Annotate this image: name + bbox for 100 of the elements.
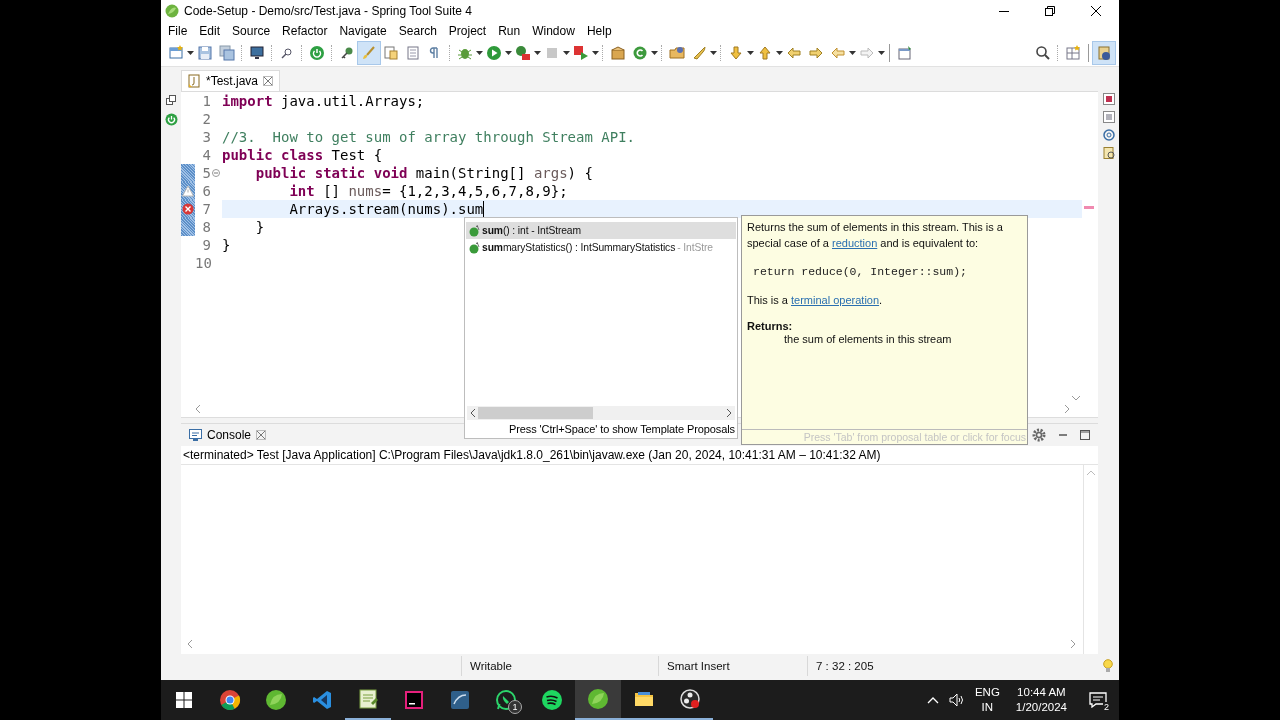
scroll-right-icon[interactable] bbox=[1064, 405, 1070, 413]
code-line: Arrays.stream(nums).sum bbox=[288, 200, 484, 218]
clock-date[interactable]: 1/20/2024 bbox=[1015, 700, 1067, 715]
windows-start-icon[interactable] bbox=[176, 692, 192, 708]
language-indicator[interactable]: ENG bbox=[974, 685, 1000, 700]
menu-item[interactable]: Run bbox=[492, 24, 527, 38]
menu-item[interactable]: Window bbox=[526, 24, 581, 38]
code-line: //3. How to get sum of array through Stream API. bbox=[222, 128, 635, 146]
error-overview-marker bbox=[1084, 206, 1094, 209]
console-tab[interactable]: Console bbox=[185, 428, 271, 442]
outline-icon[interactable] bbox=[1102, 93, 1115, 105]
folder-icon[interactable] bbox=[669, 45, 685, 61]
maximize-icon[interactable] bbox=[1080, 430, 1090, 440]
caret-icon[interactable] bbox=[747, 51, 754, 55]
line-number: 8 bbox=[201, 218, 211, 236]
notification-button[interactable]: 2 bbox=[1085, 687, 1111, 713]
menu-item[interactable]: Edit bbox=[193, 24, 227, 38]
music-icon bbox=[541, 689, 563, 711]
speaker-icon[interactable] bbox=[948, 693, 965, 707]
line-number: 4 bbox=[201, 146, 211, 164]
menu-item[interactable]: Search bbox=[392, 24, 443, 38]
package-icon[interactable] bbox=[610, 45, 626, 61]
caret-icon[interactable] bbox=[592, 51, 599, 55]
settings-icon[interactable] bbox=[1032, 428, 1046, 442]
caret-icon[interactable] bbox=[849, 51, 856, 55]
proposal-item[interactable]: sum() : int - IntStream bbox=[466, 222, 736, 239]
java-perspective-icon[interactable] bbox=[1096, 45, 1112, 61]
proposal-item[interactable]: summaryStatistics() : IntSummaryStatistics - IntStre bbox=[466, 239, 736, 256]
run-server-icon[interactable] bbox=[573, 45, 589, 61]
forward-arrow-icon[interactable] bbox=[808, 45, 824, 61]
monitor-icon[interactable] bbox=[249, 45, 265, 61]
search-icon[interactable] bbox=[1035, 45, 1051, 61]
taskbar-button[interactable]: 1 bbox=[483, 680, 529, 720]
menu-item[interactable]: File bbox=[162, 24, 194, 38]
list-icon[interactable] bbox=[1102, 111, 1115, 123]
task-list-icon[interactable] bbox=[1102, 147, 1115, 159]
scroll-right-icon[interactable] bbox=[726, 409, 732, 417]
clock-time[interactable]: 10:44 AM bbox=[1017, 685, 1066, 700]
line-number: 10 bbox=[195, 254, 211, 272]
menu-item[interactable]: Source bbox=[226, 24, 277, 38]
leaf-icon bbox=[587, 688, 609, 710]
caret-icon[interactable] bbox=[505, 51, 512, 55]
back-arrow-icon[interactable] bbox=[786, 45, 802, 61]
menu-item[interactable]: Navigate bbox=[333, 24, 393, 38]
scroll-left-icon[interactable] bbox=[187, 640, 193, 648]
scroll-down-icon[interactable] bbox=[1072, 395, 1080, 401]
new-class-icon[interactable] bbox=[632, 45, 648, 61]
chevron-up-icon[interactable] bbox=[926, 696, 939, 704]
taskbar-button[interactable] bbox=[575, 680, 621, 720]
line-number: 7 bbox=[201, 200, 211, 218]
coverage-icon[interactable] bbox=[515, 45, 531, 61]
code-line: } bbox=[254, 218, 265, 236]
chat-icon bbox=[495, 689, 517, 711]
caret-icon[interactable] bbox=[187, 51, 194, 55]
key-icon[interactable] bbox=[339, 45, 355, 61]
method-icon bbox=[469, 224, 480, 237]
caret-icon[interactable] bbox=[878, 51, 885, 55]
perspective-icon[interactable] bbox=[1065, 45, 1081, 61]
save-all-icon[interactable] bbox=[219, 45, 235, 61]
scroll-left-icon[interactable] bbox=[470, 409, 476, 417]
console-header: <terminated> Test [Java Application] C:\Program Files\Java\jdk1.8.0_261\bin\javaw.exe (Jan 20, 2024, 10:41:31 AM – 10:41:32 AM) bbox=[182, 447, 882, 464]
region-indicator[interactable]: IN bbox=[981, 700, 994, 715]
menu-item[interactable]: Help bbox=[580, 24, 618, 38]
notepad-icon bbox=[357, 688, 379, 710]
count-badge: 1 bbox=[508, 700, 522, 714]
code-editor-icon bbox=[311, 689, 333, 711]
caret-icon[interactable] bbox=[776, 51, 783, 55]
window-title: Code-Setup - Demo/src/Test.java - Spring Tool Suite 4 bbox=[184, 4, 473, 18]
doc-link[interactable]: reduction bbox=[832, 237, 878, 249]
caret-icon[interactable] bbox=[563, 51, 570, 55]
code-line: import java.util.Arrays; bbox=[222, 92, 425, 110]
scroll-right-icon[interactable] bbox=[1070, 640, 1076, 648]
caret-icon[interactable] bbox=[710, 51, 717, 55]
menu-item[interactable]: Project bbox=[442, 24, 493, 38]
menu-item[interactable]: Refactor bbox=[276, 24, 334, 38]
power-icon[interactable] bbox=[164, 113, 178, 126]
caret-icon[interactable] bbox=[651, 51, 658, 55]
scroll-left-icon[interactable] bbox=[195, 405, 201, 413]
line-number: 3 bbox=[201, 128, 211, 146]
code-line: public static void main(String[] args) { bbox=[254, 164, 593, 182]
editor-tab[interactable]: *Test.java bbox=[181, 70, 281, 91]
tab-label: Console bbox=[207, 428, 252, 442]
app-leaf-icon bbox=[165, 4, 179, 18]
doc-text: the sum of elements in this stream bbox=[783, 333, 953, 345]
restore-icon[interactable] bbox=[166, 95, 176, 105]
console-icon bbox=[189, 429, 202, 441]
window-pin-icon[interactable] bbox=[897, 45, 913, 61]
caret-icon[interactable] bbox=[476, 51, 483, 55]
close-icon[interactable] bbox=[1090, 5, 1102, 17]
document-icon[interactable] bbox=[383, 45, 399, 61]
power-icon[interactable] bbox=[309, 45, 325, 61]
line-number: 1 bbox=[201, 92, 211, 110]
caret-icon[interactable] bbox=[534, 51, 541, 55]
notification-icon bbox=[1089, 692, 1107, 708]
play-icon[interactable] bbox=[486, 45, 502, 61]
ide-icon bbox=[403, 689, 425, 711]
restore-icon[interactable] bbox=[1044, 5, 1056, 17]
at-sign-icon[interactable] bbox=[1102, 129, 1115, 141]
doc-paragraph: This is a terminal operation. bbox=[747, 293, 884, 308]
scrollbar-thumb[interactable] bbox=[478, 407, 593, 419]
